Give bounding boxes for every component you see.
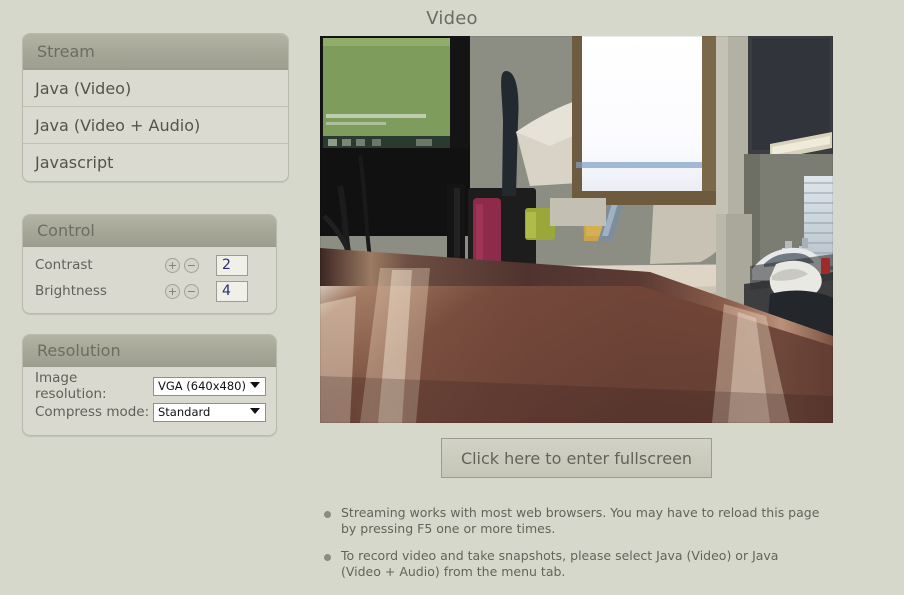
bullet-icon [324, 511, 331, 518]
brightness-row: Brightness + − [23, 278, 276, 304]
brightness-increase-icon[interactable]: + [165, 283, 180, 299]
chevron-down-icon [250, 381, 260, 388]
image-resolution-select[interactable]: VGA (640x480) [153, 376, 266, 396]
compress-mode-value: Standard [158, 404, 211, 419]
image-resolution-label: Image resolution: [35, 370, 107, 402]
enter-fullscreen-button[interactable]: Click here to enter fullscreen [441, 438, 712, 478]
stream-item-javascript[interactable]: Javascript [23, 144, 288, 181]
image-resolution-value: VGA (640x480) [158, 378, 246, 393]
control-panel-body: Contrast + − Brightness + − [23, 247, 276, 313]
resolution-panel-header: Resolution [23, 335, 276, 367]
stream-panel-header: Stream [23, 34, 288, 70]
control-panel-header: Control [23, 215, 276, 247]
video-frame-image: CCTV ZTS [320, 36, 833, 423]
stream-panel: Stream Java (Video) Java (Video + Audio)… [22, 33, 289, 182]
chevron-down-icon [250, 407, 260, 414]
contrast-input[interactable] [216, 254, 248, 276]
resolution-panel-body: Image resolution: VGA (640x480) Compress… [23, 367, 276, 435]
image-resolution-row: Image resolution: VGA (640x480) [23, 370, 276, 402]
compress-mode-select[interactable]: Standard [153, 402, 266, 422]
contrast-label: Contrast [35, 257, 93, 273]
stream-item-java-video-audio[interactable]: Java (Video + Audio) [23, 107, 288, 144]
note-item: To record video and take snapshots, plea… [320, 548, 820, 580]
contrast-row: Contrast + − [23, 252, 276, 278]
control-panel: Control Contrast + − Brightness + − [22, 214, 277, 314]
notes-list: Streaming works with most web browsers. … [320, 505, 820, 591]
compress-mode-row: Compress mode: Standard [23, 399, 276, 425]
note-text: Streaming works with most web browsers. … [341, 505, 820, 536]
note-item: Streaming works with most web browsers. … [320, 505, 820, 537]
bullet-icon [324, 554, 331, 561]
brightness-decrease-icon[interactable]: − [184, 283, 199, 299]
page-title: Video [426, 8, 478, 29]
contrast-increase-icon[interactable]: + [165, 257, 180, 273]
brightness-input[interactable] [216, 280, 248, 302]
note-text: To record video and take snapshots, plea… [341, 548, 779, 579]
contrast-decrease-icon[interactable]: − [184, 257, 199, 273]
stream-item-java-video[interactable]: Java (Video) [23, 70, 288, 107]
brightness-label: Brightness [35, 283, 107, 299]
video-stream[interactable]: CCTV ZTS [320, 36, 833, 423]
compress-mode-label: Compress mode: [35, 404, 150, 420]
resolution-panel: Resolution Image resolution: VGA (640x48… [22, 334, 277, 436]
